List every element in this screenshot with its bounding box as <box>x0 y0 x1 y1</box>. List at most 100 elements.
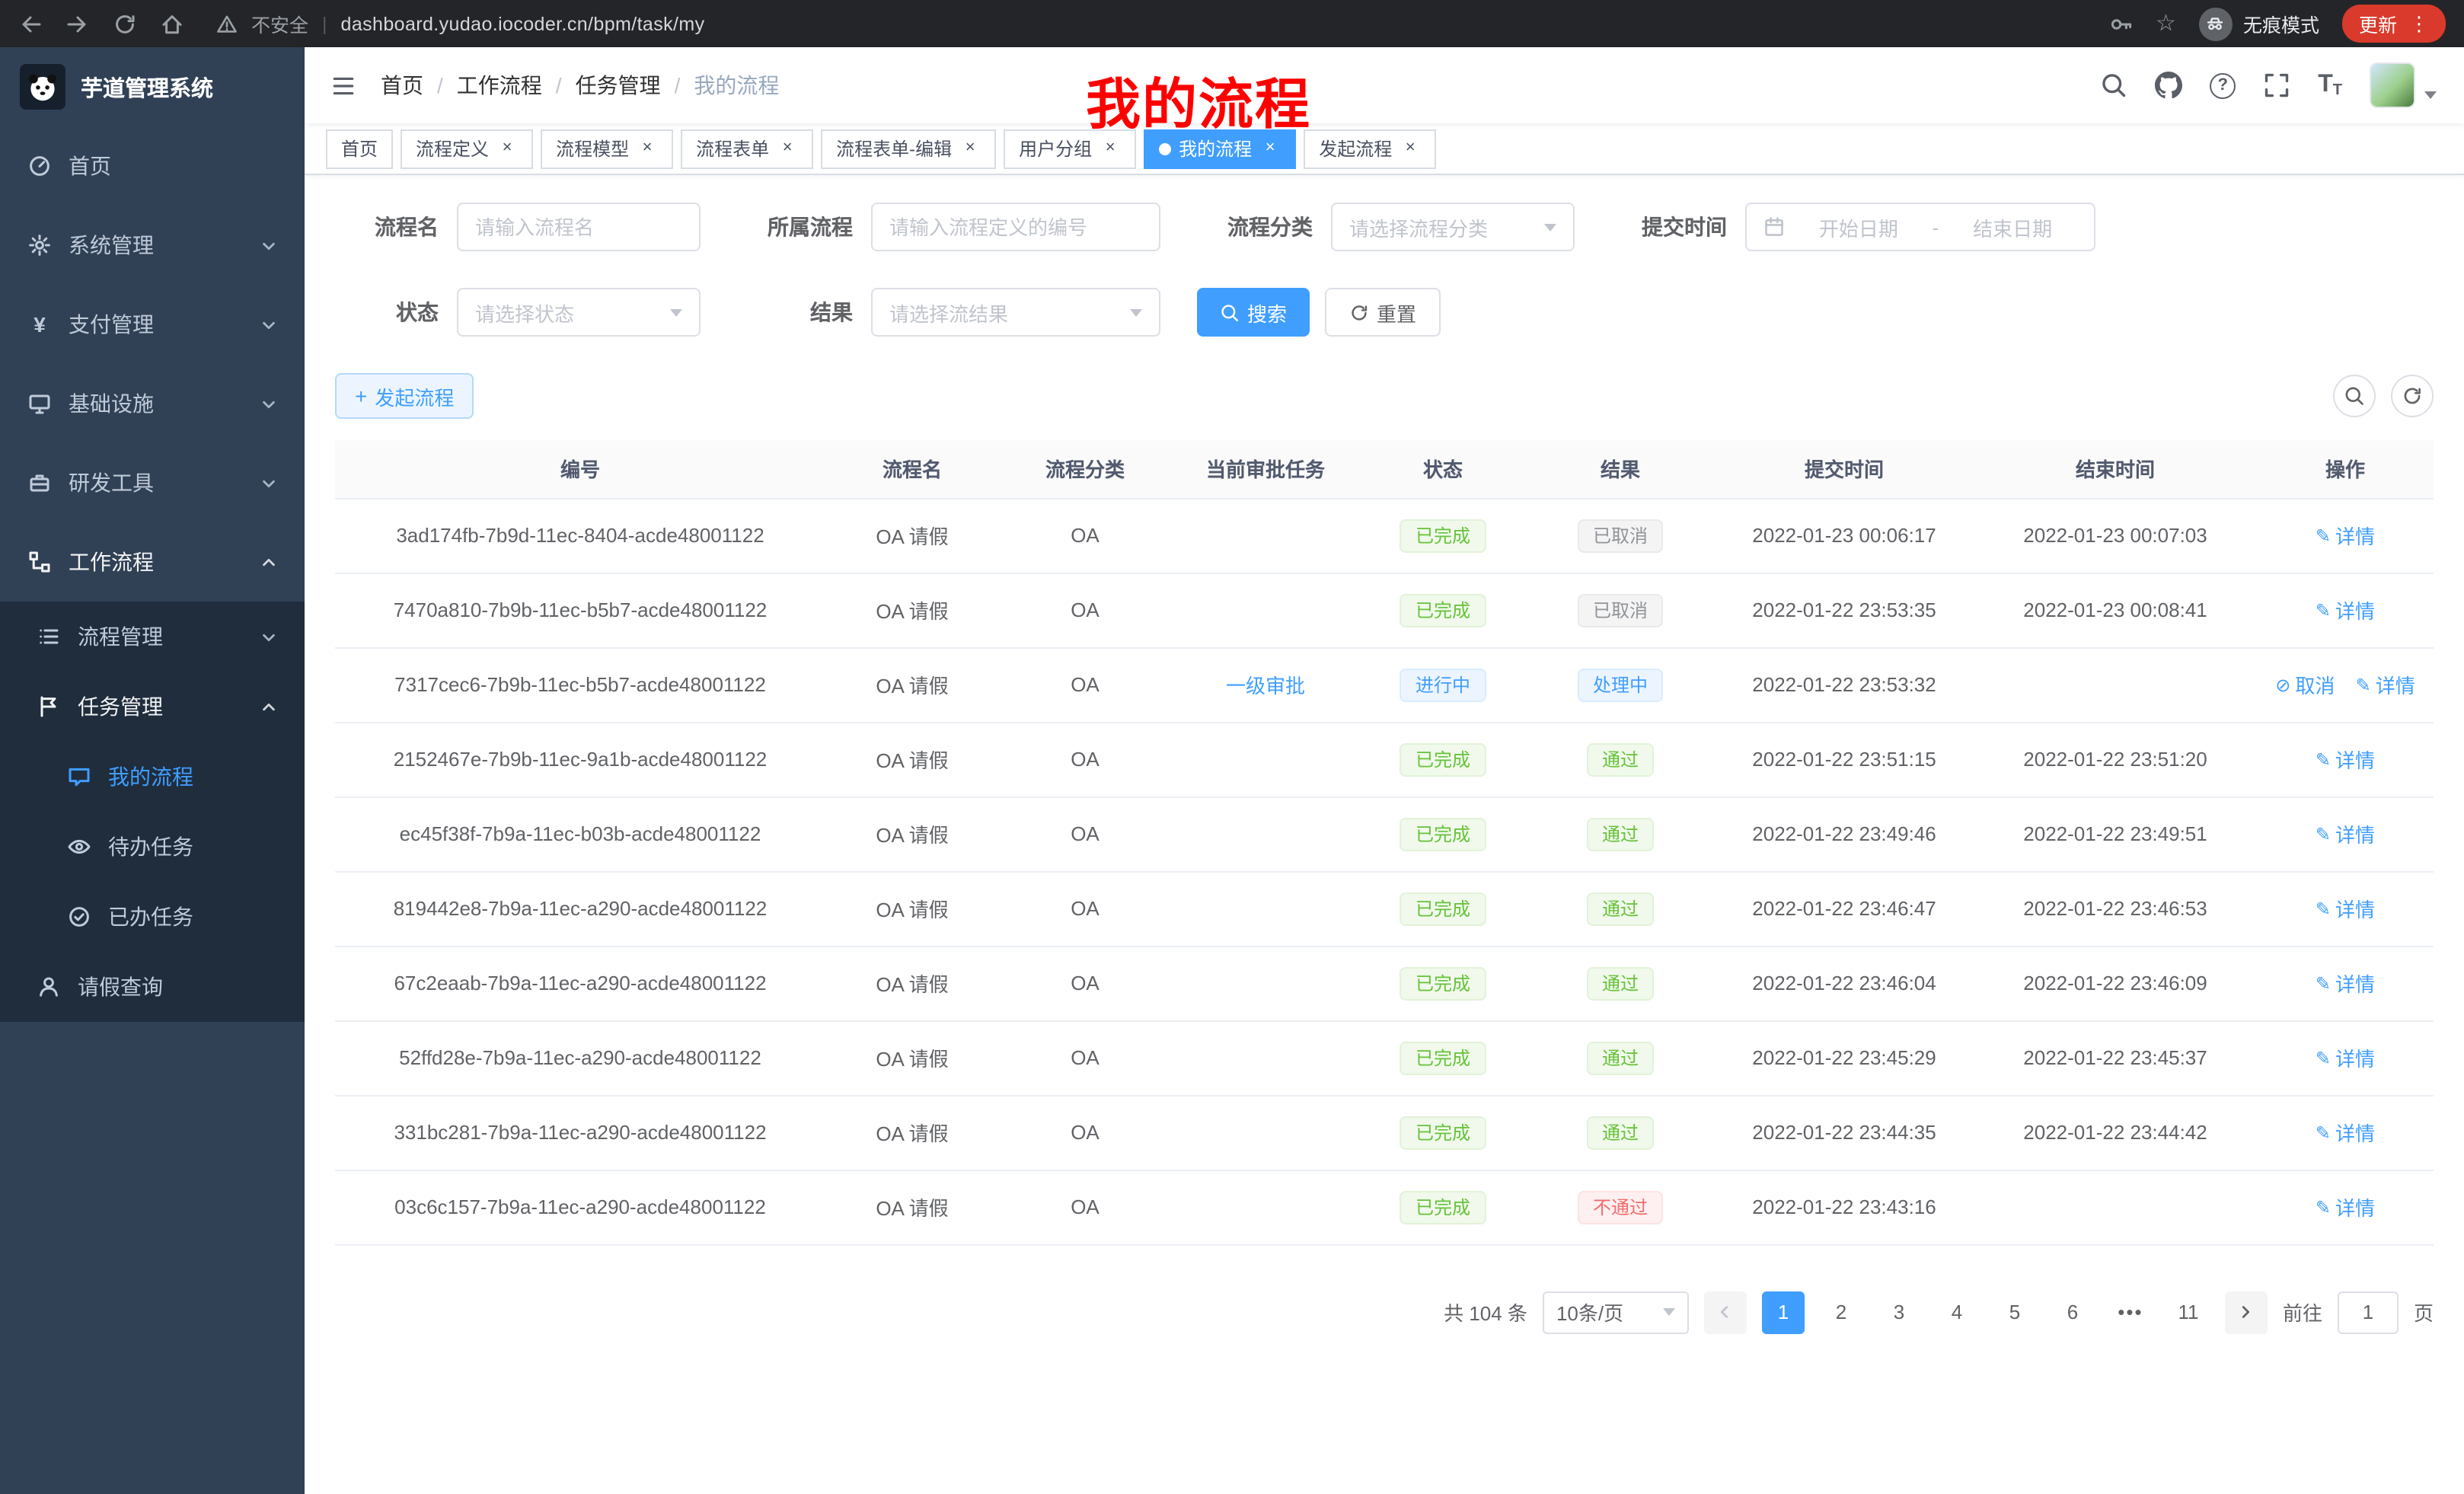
breadcrumb-home[interactable]: 首页 <box>381 70 423 101</box>
create-process-button[interactable]: + 发起流程 <box>335 373 474 419</box>
table-refresh-button[interactable] <box>2391 375 2434 417</box>
sidebar-item-process-management[interactable]: 流程管理 <box>0 602 305 672</box>
detail-link[interactable]: ✎详情 <box>2356 670 2415 699</box>
fullscreen-icon[interactable] <box>2263 72 2290 99</box>
sidebar-item-infrastructure[interactable]: 基础设施 <box>0 364 305 443</box>
update-button[interactable]: 更新 ⋮ <box>2342 5 2446 43</box>
col-submit-time: 提交时间 <box>1715 440 1974 498</box>
sidebar-item-my-process[interactable]: 我的流程 <box>0 742 305 812</box>
sidebar-item-todo-tasks[interactable]: 待办任务 <box>0 812 305 882</box>
detail-link[interactable]: ✎详情 <box>2316 1118 2375 1147</box>
prev-page-button[interactable] <box>1704 1291 1747 1333</box>
result-select[interactable]: 请选择流结果 <box>871 288 1160 337</box>
header-search-icon[interactable] <box>2100 72 2127 99</box>
detail-link[interactable]: ✎详情 <box>2316 1192 2375 1221</box>
sidebar-item-home[interactable]: 首页 <box>0 126 305 206</box>
select-placeholder: 请选择流结果 <box>889 298 1008 327</box>
status-tag: 已完成 <box>1400 892 1486 925</box>
page-button-4[interactable]: 4 <box>1936 1291 1978 1333</box>
detail-link[interactable]: ✎详情 <box>2316 969 2375 998</box>
close-icon[interactable]: × <box>777 138 798 159</box>
close-icon[interactable]: × <box>959 138 981 159</box>
page-button-1[interactable]: 1 <box>1762 1291 1805 1333</box>
sidebar-toggle-button[interactable] <box>305 47 381 123</box>
close-icon[interactable]: × <box>1259 138 1281 159</box>
page-more-button[interactable]: ••• <box>2109 1291 2152 1333</box>
sidebar-item-done-tasks[interactable]: 已办任务 <box>0 882 305 952</box>
font-size-icon[interactable]: TT <box>2318 72 2342 99</box>
address-bar[interactable]: 不安全 | dashboard.yudao.iocoder.cn/bpm/tas… <box>216 9 705 38</box>
cancel-link[interactable]: ⊘取消 <box>2275 670 2335 699</box>
user-menu[interactable] <box>2370 62 2437 108</box>
cell-actions: ✎详情 <box>2257 796 2434 871</box>
detail-link[interactable]: ✎详情 <box>2316 894 2375 923</box>
browser-home-icon[interactable] <box>160 11 184 36</box>
current-task-link[interactable]: 一级审批 <box>1226 675 1305 698</box>
cell-current-task <box>1171 871 1360 946</box>
status-tag: 已完成 <box>1400 742 1486 776</box>
status-select[interactable]: 请选择状态 <box>457 288 701 337</box>
select-placeholder: 请选择流程分类 <box>1349 212 1488 241</box>
key-icon[interactable] <box>2108 11 2133 36</box>
sidebar-item-leave-query[interactable]: 请假查询 <box>0 952 305 1022</box>
search-icon <box>2344 385 2365 407</box>
submit-time-range[interactable]: 开始日期 - 结束日期 <box>1745 203 2095 251</box>
process-name-input[interactable] <box>457 203 701 251</box>
breadcrumb-workflow[interactable]: 工作流程 <box>457 70 542 101</box>
page-button-3[interactable]: 3 <box>1878 1291 1920 1333</box>
next-page-button[interactable] <box>2225 1291 2268 1333</box>
tab-process-form-edit[interactable]: 流程表单-编辑× <box>821 129 996 168</box>
close-icon[interactable]: × <box>1100 138 1121 159</box>
page-size-select[interactable]: 10条/页 <box>1543 1291 1689 1333</box>
table-header-row: 编号 流程名 流程分类 当前审批任务 状态 结果 提交时间 结束时间 操作 <box>335 440 2434 498</box>
browser-back-icon[interactable] <box>18 11 43 36</box>
detail-link[interactable]: ✎详情 <box>2316 595 2375 624</box>
close-icon[interactable]: × <box>1400 138 1421 159</box>
detail-link[interactable]: ✎详情 <box>2316 521 2375 550</box>
reset-button[interactable]: 重置 <box>1325 288 1441 337</box>
tab-process-model[interactable]: 流程模型× <box>541 129 673 168</box>
tab-home[interactable]: 首页 <box>326 129 393 168</box>
table-row: 331bc281-7b9a-11ec-a290-acde48001122 OA … <box>335 1095 2434 1170</box>
close-icon[interactable]: × <box>637 138 658 159</box>
browser-menu-icon[interactable]: ⋮ <box>2409 14 2429 34</box>
sidebar-item-system[interactable]: 系统管理 <box>0 206 305 285</box>
github-icon[interactable] <box>2155 72 2182 99</box>
cell-actions: ✎详情 <box>2257 1020 2434 1095</box>
tab-start-process[interactable]: 发起流程× <box>1304 129 1436 168</box>
help-icon[interactable]: ? <box>2210 72 2236 98</box>
app-logo[interactable]: 芋道管理系统 <box>0 47 305 126</box>
page-button-2[interactable]: 2 <box>1820 1291 1862 1333</box>
sidebar-menu: 首页 系统管理 ¥ 支付管理 基础设施 <box>0 126 305 1022</box>
cell-end-time <box>1974 647 2257 722</box>
process-definition-input[interactable] <box>871 203 1160 251</box>
page-button-6[interactable]: 6 <box>2051 1291 2094 1333</box>
search-button[interactable]: 搜索 <box>1197 288 1310 337</box>
status-tag: 已完成 <box>1400 593 1486 627</box>
close-icon[interactable]: × <box>496 138 518 159</box>
breadcrumb-task-management[interactable]: 任务管理 <box>576 70 661 101</box>
cell-status: 已完成 <box>1360 573 1526 647</box>
tab-process-form[interactable]: 流程表单× <box>681 129 813 168</box>
detail-link[interactable]: ✎详情 <box>2316 819 2375 848</box>
goto-page-input[interactable] <box>2338 1291 2399 1333</box>
cell-end-time: 2022-01-22 23:44:42 <box>1974 1095 2257 1170</box>
browser-forward-icon[interactable] <box>65 11 90 36</box>
result-tag: 处理中 <box>1578 668 1663 701</box>
tab-process-definition[interactable]: 流程定义× <box>401 129 533 168</box>
sidebar-item-workflow[interactable]: 工作流程 <box>0 522 305 602</box>
page-content: 流程名 所属流程 流程分类 请选择流程分类 提交时间 开始日期 - 结束日期 <box>305 175 2464 1494</box>
sidebar-item-devtools[interactable]: 研发工具 <box>0 443 305 522</box>
chevron-down-icon <box>1544 223 1556 231</box>
toggle-search-button[interactable] <box>2333 375 2376 417</box>
detail-link[interactable]: ✎详情 <box>2316 745 2375 774</box>
detail-link[interactable]: ✎详情 <box>2316 1043 2375 1072</box>
bookmark-star-icon[interactable]: ☆ <box>2156 12 2176 35</box>
page-button-5[interactable]: 5 <box>1993 1291 2036 1333</box>
toolbox-icon <box>27 471 52 495</box>
category-select[interactable]: 请选择流程分类 <box>1331 203 1575 251</box>
browser-reload-icon[interactable] <box>113 11 137 36</box>
page-button-11[interactable]: 11 <box>2167 1291 2210 1333</box>
sidebar-item-task-management[interactable]: 任务管理 <box>0 672 305 742</box>
sidebar-item-payment[interactable]: ¥ 支付管理 <box>0 285 305 364</box>
